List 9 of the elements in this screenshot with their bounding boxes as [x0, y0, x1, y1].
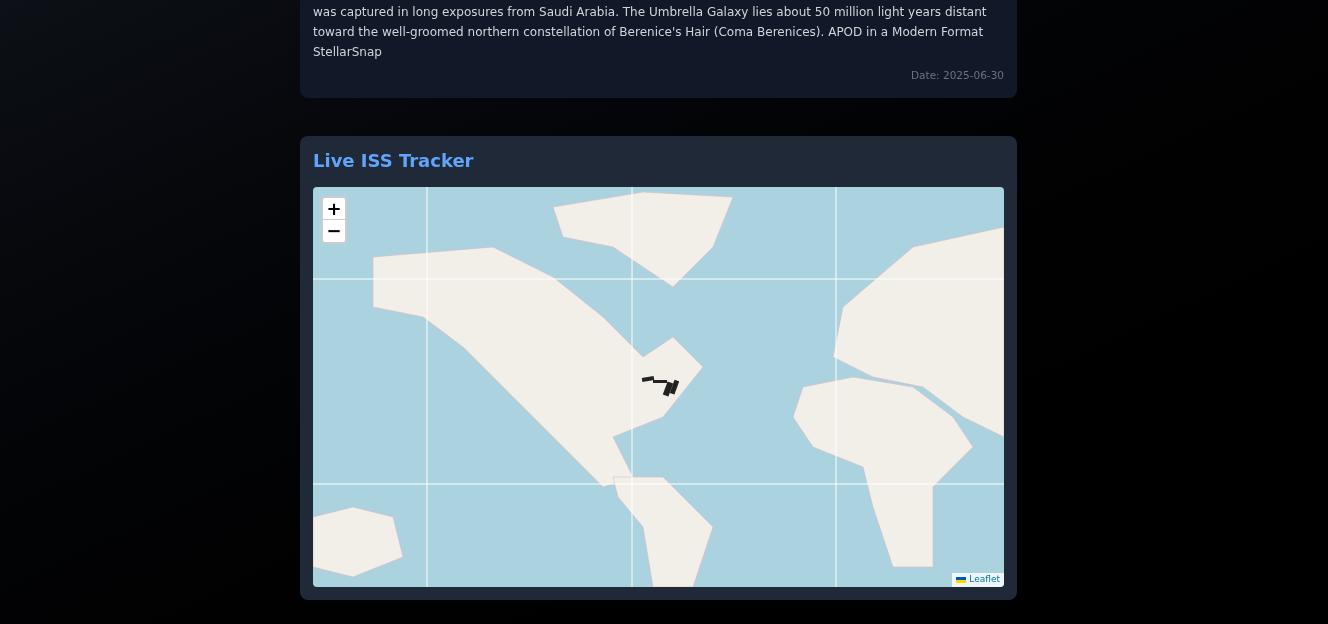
- date-text: Date: 2025-06-30: [911, 68, 1004, 83]
- map[interactable]: + − Leaflet: [313, 186, 1004, 587]
- card-title: Live ISS Tracker: [313, 148, 475, 173]
- space-station-icon[interactable]: [641, 373, 679, 398]
- zoom-out-button[interactable]: −: [323, 219, 345, 242]
- zoom-in-button[interactable]: +: [323, 197, 345, 220]
- flag-icon: [956, 577, 967, 583]
- description-text: was captured in long exposures from Saudi Arabia. The Umbrella Galaxy lies about 50 million light years distant toward the well-groomed northern constellation of Berenice's Hair (Coma Berenices). APOD in a Modern Format StellarSnap: [313, 4, 988, 61]
- leaflet-link[interactable]: Leaflet: [969, 573, 1000, 587]
